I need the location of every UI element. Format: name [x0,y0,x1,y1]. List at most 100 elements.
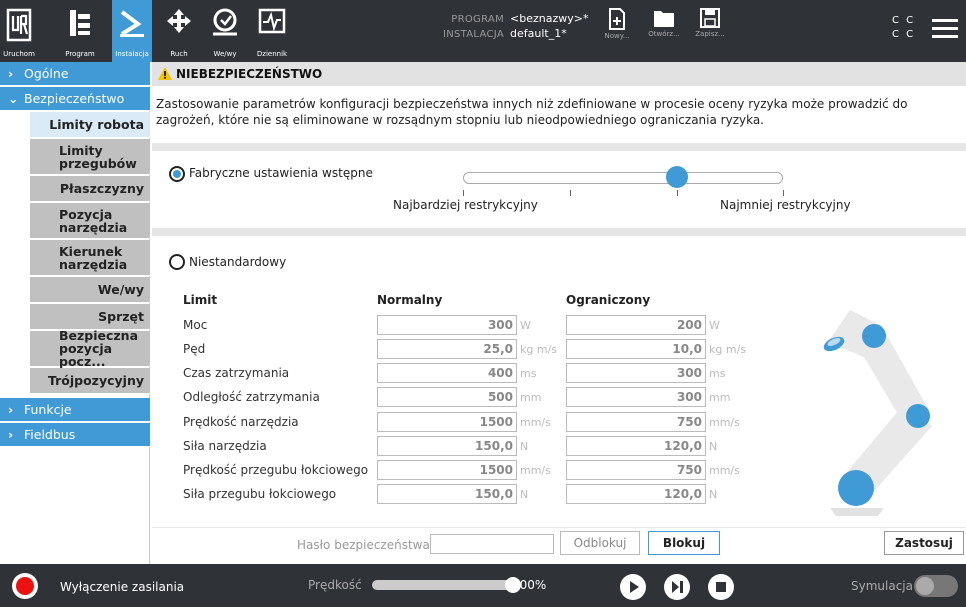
save-file-button[interactable]: Zapisz... [688,6,732,56]
sidebar-category-label: Ogólne [24,66,69,81]
sidebar-item-three-position[interactable]: Trójpozycyjny [30,368,150,394]
password-input[interactable] [430,534,554,554]
chevron-right-icon: › [8,66,14,81]
sidebar: › Ogólne ⌄ Bezpieczeństwo Limity robota Li… [0,62,150,564]
lock-button[interactable]: Blokuj [648,531,720,555]
sidebar-item-label: Trójpozycyjny [47,373,144,388]
reduced-value-field[interactable]: 120,0 [566,436,706,456]
ur-logo-icon [6,8,32,42]
control-status-bottom: C C [892,29,916,40]
least-restrictive-label: Najmniej restrykcyjny [720,198,851,212]
chevron-right-icon: › [8,427,14,442]
slider-tick [570,190,571,196]
limit-row-label: Siła przegubu łokciowego [183,487,337,501]
sidebar-item-label: Pozycja narzędzia [59,206,128,235]
stop-icon [716,582,726,592]
chevron-down-icon: ⌄ [8,91,19,106]
log-icon [258,8,286,34]
sidebar-item-tool-direction[interactable]: Kierunek narzędzia [30,240,150,276]
nav-installation-label: Instalacja [115,50,149,58]
unit-label: mm/s [520,416,551,429]
sidebar-item-label: Płaszczyzny [59,181,144,196]
reduced-value-field[interactable]: 120,0 [566,484,706,504]
column-header-limit: Limit [183,293,218,307]
custom-radio[interactable] [169,254,185,270]
limit-row-label: Prędkość narzędzia [183,415,299,429]
nav-program-label: Program [65,50,95,58]
nav-log-button[interactable]: Dziennik [254,0,290,62]
nav-run-label: Uruchom [3,50,35,58]
reduced-value-field[interactable]: 10,0 [566,339,706,359]
restriction-slider-track[interactable] [463,172,783,184]
power-status-label: Wyłączenie zasilania [60,580,185,594]
open-file-button[interactable]: Otwórz... [642,6,686,56]
chevron-right-icon: › [8,402,14,417]
speed-slider-track[interactable] [372,580,512,590]
reduced-value-field[interactable]: 300 [566,387,706,407]
sidebar-item-robot-limits[interactable]: Limity robota [30,112,150,138]
warning-title: NIEBEZPIECZEŃSTWO [176,67,323,81]
menu-button[interactable] [932,18,958,44]
sidebar-category-label: Fieldbus [24,427,76,442]
unit-label: mm/s [520,464,551,477]
limit-row-label: Prędkość przegubu łokciowego [183,463,369,477]
program-key: PROGRAM [451,14,504,25]
control-status: C C C C [892,14,915,42]
stop-button[interactable] [708,574,734,600]
folder-icon [654,11,674,27]
unit-label: mm [520,391,542,404]
slider-tick [783,190,784,196]
normal-value-field[interactable]: 1500 [377,412,517,432]
reduced-value-field[interactable]: 300 [566,363,706,383]
normal-value-field[interactable]: 150,0 [377,436,517,456]
normal-value-field[interactable]: 300 [377,315,517,335]
nav-move-button[interactable]: Ruch [162,0,196,62]
save-file-label: Zapisz... [695,30,725,38]
sidebar-category-fieldbus[interactable]: › Fieldbus [0,423,150,447]
limit-row-label: Pęd [183,342,206,356]
normal-value-field[interactable]: 25,0 [377,339,517,359]
sidebar-item-io[interactable]: We/wy [30,277,150,303]
sidebar-item-safe-home[interactable]: Bezpieczna pozycja pocz... [30,329,150,368]
normal-value-field[interactable]: 1500 [377,460,517,480]
simulation-toggle[interactable] [914,575,958,597]
unit-label: N [520,440,529,453]
sidebar-category-general[interactable]: › Ogólne [0,62,150,86]
simulation-label: Symulacja [851,579,913,593]
reduced-value-field[interactable]: 750 [566,412,706,432]
normal-value-field[interactable]: 500 [377,387,517,407]
column-header-reduced: Ograniczony [566,293,651,307]
speed-label: Prędkość [308,578,362,592]
limit-row-label: Moc [183,318,208,332]
control-status-top: C C [892,15,916,26]
unlock-button[interactable]: Odblokuj [560,531,640,555]
sidebar-category-label: Bezpieczeństwo [24,91,125,106]
nav-io-button[interactable]: We/wy [208,0,242,62]
play-button[interactable] [620,574,646,600]
reduced-value-field[interactable]: 750 [566,460,706,480]
restriction-slider-handle[interactable] [666,166,688,188]
nav-program-button[interactable]: Program [60,0,100,62]
sidebar-category-safety[interactable]: ⌄ Bezpieczeństwo [0,87,150,111]
sidebar-item-tool-position[interactable]: Pozycja narzędzia [30,203,150,239]
normal-value-field[interactable]: 150,0 [377,484,517,504]
step-button[interactable] [664,574,690,600]
power-button[interactable] [12,573,38,599]
factory-presets-radio[interactable] [169,166,185,182]
program-icon [70,10,90,36]
sidebar-item-planes[interactable]: Płaszczyzny [30,176,150,202]
slider-tick [677,190,678,196]
nav-log-label: Dziennik [256,50,288,58]
sidebar-item-hardware[interactable]: Sprzęt [30,304,150,330]
normal-value-field[interactable]: 400 [377,363,517,383]
new-file-button[interactable]: Nowy... [595,6,639,56]
nav-installation-button[interactable]: Instalacja [112,0,152,62]
warning-text: Zastosowanie parametrów konfiguracji bez… [156,97,908,127]
installation-info: INSTALACJA default_1* [432,27,567,40]
sidebar-item-label: We/wy [97,282,144,297]
nav-run-button[interactable]: Uruchom [0,0,38,62]
sidebar-item-joint-limits[interactable]: Limity przegubów [30,139,150,175]
apply-button[interactable]: Zastosuj [884,531,964,555]
reduced-value-field[interactable]: 200 [566,315,706,335]
sidebar-category-features[interactable]: › Funkcje [0,398,150,422]
